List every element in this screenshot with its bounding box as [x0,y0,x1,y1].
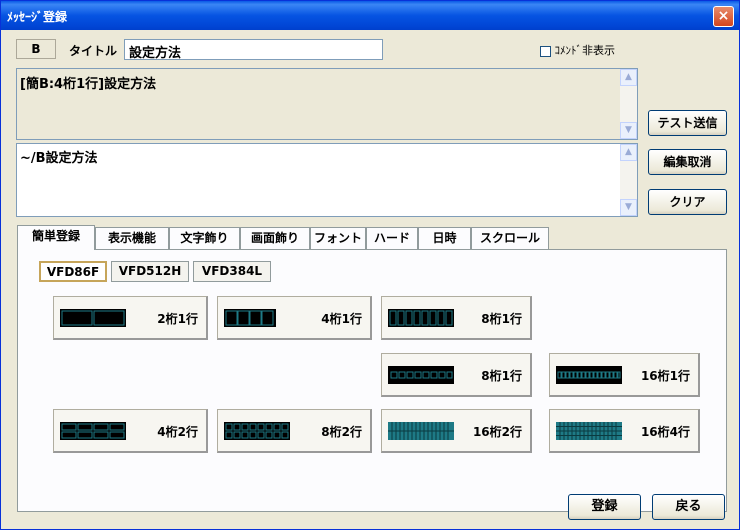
preview-textarea[interactable]: [簡B:4桁1行]設定方法 ▲ ▼ [16,68,638,140]
tab-label: スクロール [479,231,540,245]
command-text: ~/B設定方法 [20,151,98,166]
segment-8x1-wide-icon [388,366,454,384]
subtab-vfd384l[interactable]: VFD384L [193,261,271,282]
subtab-label: VFD384L [201,264,263,278]
layout-2x1-button[interactable]: 2桁1行 [53,296,208,340]
layout-4x2-button[interactable]: 4桁2行 [53,409,208,453]
tab-datetime[interactable]: 日時 [418,227,471,249]
message-register-window: ﾒｯｾｰｼﾞ登録 × B タイトル 設定方法 ｺﾒﾝﾄﾞ非表示 [簡B:4桁1行… [0,0,740,530]
segment-2x1-icon [60,309,126,327]
preview-text: [簡B:4桁1行]設定方法 [20,77,157,92]
close-icon: × [717,8,730,24]
tab-hard[interactable]: ハード [366,227,418,249]
segment-8x1-icon [388,309,454,327]
layout-8x2-button[interactable]: 8桁2行 [217,409,372,453]
layout-16x1-button[interactable]: 16桁1行 [549,353,700,397]
tab-text-decoration[interactable]: 文字飾り [169,227,240,249]
title-input[interactable]: 設定方法 [124,39,383,61]
layout-label: 8桁1行 [481,369,522,383]
layout-16x4-button[interactable]: 16桁4行 [549,409,700,453]
tab-label: ハード [373,231,410,245]
layout-label: 2桁1行 [157,312,198,326]
segment-16x2-icon [388,422,454,440]
tab-scroll[interactable]: スクロール [471,227,549,249]
subtab-vfd86f[interactable]: VFD86F [39,261,107,282]
tab-font[interactable]: フォント [310,227,366,249]
code-value: B [31,42,41,56]
segment-4x1-icon [224,309,276,327]
window-title: ﾒｯｾｰｼﾞ登録 [7,10,68,24]
tab-label: 簡単登録 [31,229,80,243]
tab-label: 日時 [432,231,457,245]
test-send-label: テスト送信 [657,116,718,130]
scroll-down-icon[interactable]: ▼ [620,122,637,139]
tab-label: フォント [313,231,362,245]
register-label: 登録 [591,499,618,514]
layout-4x1-button[interactable]: 4桁1行 [217,296,372,340]
scroll-up-icon[interactable]: ▲ [620,144,637,161]
segment-16x1-icon [556,366,622,384]
layout-label: 4桁2行 [157,425,198,439]
clear-label: クリア [669,195,706,209]
title-input-value: 設定方法 [129,46,182,61]
tab-label: 表示機能 [107,231,156,245]
back-button[interactable]: 戻る [652,494,725,520]
back-label: 戻る [675,499,702,514]
tab-simple-register[interactable]: 簡単登録 [17,225,95,250]
scroll-down-icon[interactable]: ▼ [620,199,637,216]
scroll-up-icon[interactable]: ▲ [620,69,637,86]
segment-16x4-icon [556,422,622,440]
tab-label: 文字飾り [180,231,229,245]
tab-display-function[interactable]: 表示機能 [95,227,169,249]
layout-16x2-button[interactable]: 16桁2行 [381,409,532,453]
subtab-label: VFD512H [118,264,182,278]
client-area: B タイトル 設定方法 ｺﾒﾝﾄﾞ非表示 [簡B:4桁1行]設定方法 ▲ ▼ ~… [1,30,739,530]
layout-label: 16桁1行 [640,369,690,383]
layout-label: 16桁4行 [640,425,690,439]
preview-scrollbar[interactable]: ▲ ▼ [620,69,637,139]
checkbox-box[interactable] [540,45,551,57]
cancel-edit-label: 編集取消 [663,155,712,169]
title-bar[interactable]: ﾒｯｾｰｼﾞ登録 × [1,1,739,30]
subtab-vfd512h[interactable]: VFD512H [111,261,189,282]
clear-button[interactable]: クリア [648,189,727,215]
layout-8x1-button[interactable]: 8桁1行 [381,296,532,340]
close-button[interactable]: × [713,6,734,27]
layout-label: 4桁1行 [321,312,362,326]
register-button[interactable]: 登録 [568,494,641,520]
tab-label: 画面飾り [250,231,299,245]
layout-label: 8桁2行 [321,425,362,439]
command-textarea[interactable]: ~/B設定方法 ▲ ▼ [16,143,638,217]
subtab-label: VFD86F [46,265,100,279]
layout-label: 16桁2行 [472,425,522,439]
command-scrollbar[interactable]: ▲ ▼ [620,144,637,216]
hide-comment-checkbox[interactable]: ｺﾒﾝﾄﾞ非表示 [540,42,615,58]
test-send-button[interactable]: テスト送信 [648,110,727,136]
segment-8x2-icon [224,422,290,440]
hide-comment-label: ｺﾒﾝﾄﾞ非表示 [554,44,616,57]
tab-screen-decoration[interactable]: 画面飾り [240,227,310,249]
cancel-edit-button[interactable]: 編集取消 [648,149,727,175]
simple-register-panel: VFD86F VFD512H VFD384L 2桁1行 4桁1行 8桁1行 8桁… [17,249,727,512]
title-label: タイトル [69,44,118,58]
code-box: B [16,39,56,59]
layout-label: 8桁1行 [481,312,522,326]
segment-4x2-icon [60,422,126,440]
layout-8x1-wide-button[interactable]: 8桁1行 [381,353,532,397]
